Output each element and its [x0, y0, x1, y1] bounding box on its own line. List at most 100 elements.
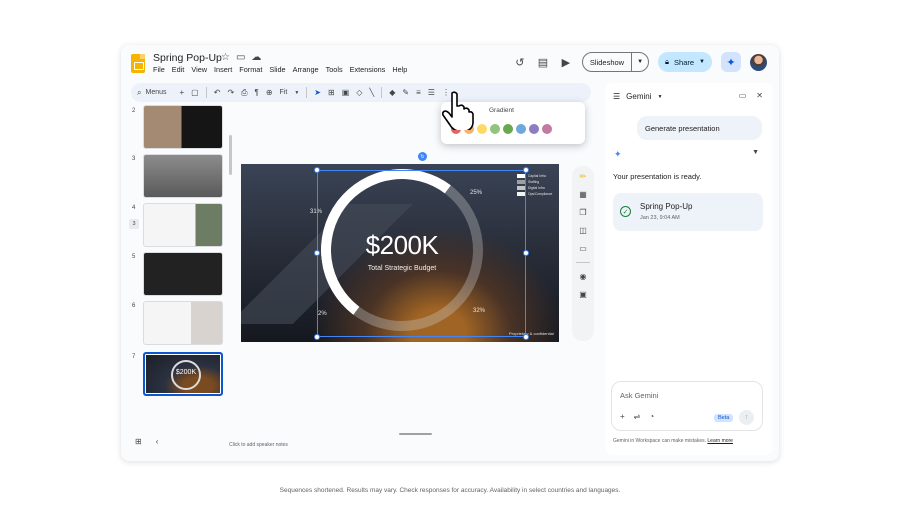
color-swatch[interactable]	[490, 124, 500, 134]
slide-thumbnail-3[interactable]	[143, 154, 223, 198]
chevron-down-icon[interactable]: ▼	[752, 149, 759, 156]
chevron-down-icon[interactable]: ▼	[658, 94, 663, 100]
gemini-title[interactable]: Gemini	[626, 92, 651, 101]
legend-label: Staffing	[528, 180, 540, 184]
border-dash-icon[interactable]: ☰	[428, 88, 435, 97]
photos-icon[interactable]: ❐	[579, 208, 586, 217]
close-icon[interactable]: ✕	[756, 91, 763, 100]
gradient-label[interactable]: Gradient	[489, 107, 514, 114]
open-in-new-icon[interactable]: ▭	[739, 91, 747, 100]
menu-insert[interactable]: Insert	[214, 65, 232, 74]
print-icon[interactable]: ⎙	[241, 88, 247, 98]
toolbar-divider	[205, 87, 207, 98]
grid-view-icon[interactable]: ⊞	[135, 437, 142, 446]
menu-file[interactable]: File	[153, 65, 165, 74]
slideshow-label: Slideshow	[589, 57, 625, 67]
line-icon[interactable]: ╲	[369, 88, 374, 97]
send-arrow-icon[interactable]: ↑	[739, 410, 754, 425]
slide-thumbnail-6[interactable]	[143, 301, 223, 345]
color-swatch[interactable]	[542, 124, 552, 134]
document-title[interactable]: Spring Pop-Up	[153, 52, 222, 64]
undo-icon[interactable]: ↶	[214, 88, 221, 97]
zoom-select[interactable]: Fit	[280, 89, 288, 96]
learn-more-link[interactable]: Learn more	[707, 438, 733, 444]
menu-view[interactable]: View	[191, 65, 207, 74]
menu-tools[interactable]: Tools	[326, 65, 343, 74]
meet-icon[interactable]: ▶	[559, 55, 573, 69]
resize-handle[interactable]	[523, 167, 529, 173]
ask-gemini-input[interactable]: Ask Gemini + ⇌ ◔ Beta ↑	[611, 381, 763, 431]
keep-icon[interactable]: ◫	[579, 226, 587, 235]
page-footer-note: Sequences shortened. Results may vary. C…	[279, 487, 621, 494]
legend-label: Digital Infra	[528, 186, 545, 190]
header-actions: ↺ ▤ ▶ Slideshow ▼ 🔒︎ Share ▼ ✦	[513, 52, 767, 72]
resize-handle[interactable]	[314, 167, 320, 173]
folder-icon[interactable]: ▭	[579, 244, 587, 253]
shape-icon[interactable]: ◇	[356, 88, 362, 97]
text-box-icon[interactable]: ⊞	[328, 88, 335, 97]
fill-color-icon[interactable]: ◆	[389, 88, 395, 97]
gemini-sparkle-icon[interactable]: ✦	[721, 52, 741, 72]
generate-presentation-chip[interactable]: Generate presentation	[637, 116, 762, 140]
share-button[interactable]: 🔒︎ Share ▼	[658, 52, 712, 72]
palette-icon[interactable]: ◔	[649, 412, 654, 421]
disclaimer-text: Gemini in Workspace can make mistakes.	[613, 438, 706, 444]
resize-handle[interactable]	[314, 334, 320, 340]
slide-thumbnail-4[interactable]	[143, 203, 223, 247]
slide-thumbnail-2[interactable]	[143, 105, 223, 149]
menu-slide[interactable]: Slide	[269, 65, 285, 74]
menu-search[interactable]: ⌕ Menus	[137, 88, 167, 98]
avatar[interactable]	[750, 53, 767, 71]
border-color-icon[interactable]: ✎	[402, 88, 409, 97]
star-icon[interactable]: ☆	[221, 52, 230, 63]
video-icon[interactable]: ▣	[579, 290, 587, 299]
move-folder-icon[interactable]: ▭	[236, 52, 245, 63]
redo-icon[interactable]: ↷	[227, 88, 234, 97]
cloud-saved-icon[interactable]: ☁	[251, 52, 261, 63]
chevron-down-icon[interactable]: ▼	[294, 90, 299, 96]
slide-thumbnail-7-selected[interactable]: $200K	[143, 352, 223, 396]
tune-icon[interactable]: ⇌	[634, 412, 641, 421]
color-swatch[interactable]	[477, 124, 487, 134]
rotate-handle-icon[interactable]: ↻	[418, 152, 427, 161]
pencil-sparkle-icon[interactable]: ✏	[580, 172, 587, 181]
menu-format[interactable]: Format	[239, 65, 262, 74]
add-icon[interactable]: +	[620, 412, 625, 421]
new-slide-icon[interactable]: +	[180, 88, 185, 97]
slides-logo-icon[interactable]	[131, 54, 145, 73]
chevron-down-icon[interactable]: ▼	[699, 59, 705, 65]
filmstrip-scrollbar[interactable]	[229, 135, 232, 175]
menu-icon[interactable]: ☰	[613, 92, 620, 101]
notes-resize-handle[interactable]	[399, 433, 432, 435]
generated-file-card[interactable]: ✓ Spring Pop-Up Jan 23, 9:04 AM	[613, 193, 763, 231]
resize-handle[interactable]	[314, 250, 320, 256]
layout-icon[interactable]: ▢	[191, 88, 199, 97]
slideshow-button[interactable]: Slideshow ▼	[581, 52, 650, 72]
comments-icon[interactable]: ▤	[536, 55, 550, 69]
menu-edit[interactable]: Edit	[172, 65, 185, 74]
border-weight-icon[interactable]: ≡	[416, 88, 421, 97]
paint-format-icon[interactable]: ¶	[255, 88, 259, 97]
color-swatch[interactable]	[503, 124, 513, 134]
resize-handle[interactable]	[523, 334, 529, 340]
menu-help[interactable]: Help	[392, 65, 407, 74]
chevron-down-icon[interactable]: ▼	[631, 53, 648, 71]
history-icon[interactable]: ↺	[513, 55, 527, 69]
image-icon[interactable]: ▣	[342, 88, 350, 97]
color-swatch[interactable]	[516, 124, 526, 134]
collapse-panel-icon[interactable]: ‹	[156, 437, 159, 446]
color-swatch[interactable]	[529, 124, 539, 134]
record-icon[interactable]: ◉	[580, 272, 587, 281]
selection-box[interactable]	[317, 170, 526, 337]
speaker-notes[interactable]: Click to add speaker notes	[229, 442, 288, 448]
select-cursor-icon[interactable]: ➤	[314, 88, 321, 97]
resize-handle[interactable]	[523, 250, 529, 256]
divider	[576, 262, 590, 263]
zoom-icon[interactable]: ⊕	[266, 88, 273, 97]
slide-number: 3	[132, 156, 136, 162]
menu-arrange[interactable]: Arrange	[293, 65, 319, 74]
sheets-icon[interactable]: ▦	[579, 190, 587, 199]
slide-thumbnail-5[interactable]	[143, 252, 223, 296]
menu-extensions[interactable]: Extensions	[350, 65, 386, 74]
filmstrip-controls: ⊞ ‹	[135, 437, 158, 446]
